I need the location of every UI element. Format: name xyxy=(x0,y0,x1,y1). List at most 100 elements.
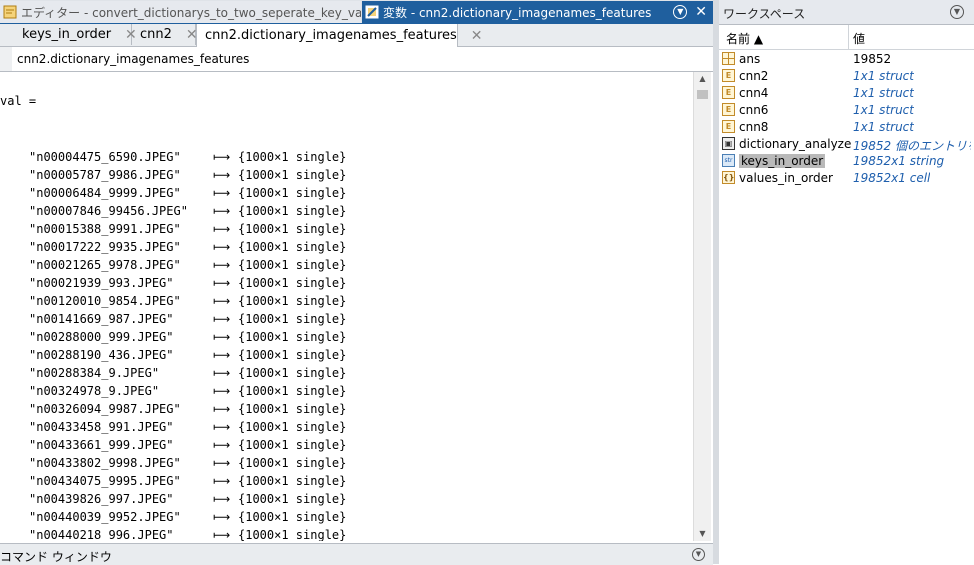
output-key: "n00439826_997.JPEG" xyxy=(29,492,174,506)
mapping-arrow-icon: ⟼ xyxy=(213,294,231,308)
tab-editor[interactable]: エディター - convert_dictionarys_to_two_seper… xyxy=(0,1,361,23)
struct-icon: E xyxy=(722,120,735,133)
cell-icon: {} xyxy=(722,171,735,184)
output-value: {1000×1 single} xyxy=(238,204,347,218)
mapping-arrow-icon: ⟼ xyxy=(213,456,231,470)
struct-icon: E xyxy=(722,103,735,116)
output-key: "n00440039_9952.JPEG" xyxy=(29,510,181,524)
mapping-arrow-icon: ⟼ xyxy=(213,150,231,164)
output-value: {1000×1 single} xyxy=(238,348,347,362)
variable-editor-icon xyxy=(365,5,379,19)
variable-name: values_in_order xyxy=(739,171,833,185)
output-value: {1000×1 single} xyxy=(238,474,347,488)
mapping-arrow-icon: ⟼ xyxy=(213,474,231,488)
expression-text[interactable]: cnn2.dictionary_imagenames_features xyxy=(17,52,249,66)
panel-menu-icon[interactable]: ▼ xyxy=(692,548,705,561)
tab-variable-label: 変数 - cnn2.dictionary_imagenames_features xyxy=(383,5,652,20)
workspace-variable-row[interactable]: Ecnn6 1x1 struct xyxy=(719,102,974,119)
variable-tab-bar: keys_in_order ✕ cnn2 ✕ cnn2.dictionary_i… xyxy=(0,24,713,47)
output-value: {1000×1 single} xyxy=(238,402,347,416)
document-tab-bar: エディター - convert_dictionarys_to_two_seper… xyxy=(0,0,713,24)
output-value: {1000×1 single} xyxy=(238,366,347,380)
variable-value: 19852 個のエントリをも… xyxy=(853,139,971,153)
workspace-variable-row[interactable]: ans 19852 xyxy=(719,51,974,68)
output-value: {1000×1 single} xyxy=(238,510,347,524)
workspace-title: ワークスペース xyxy=(723,7,806,21)
column-header-name[interactable]: 名前 ▲ xyxy=(726,30,763,47)
expression-bar: cnn2.dictionary_imagenames_features xyxy=(0,47,713,72)
variable-value: 19852x1 cell xyxy=(853,171,931,185)
output-key: "n00433458_991.JPEG" xyxy=(29,420,174,434)
output-key: "n00440218_996.JPEG" xyxy=(29,528,174,541)
output-key: "n00007846_99456.JPEG" xyxy=(29,204,188,218)
scrollbar-thumb[interactable] xyxy=(697,90,708,99)
output-key: "n00120010_9854.JPEG" xyxy=(29,294,181,308)
mapping-arrow-icon: ⟼ xyxy=(213,510,231,524)
grid-icon xyxy=(722,52,735,65)
variable-name: cnn2 xyxy=(739,69,769,83)
variable-output[interactable]: val = "n00004475_6590.JPEG" ⟼ {1000×1 sing… xyxy=(0,72,693,541)
output-value: {1000×1 single} xyxy=(238,240,347,254)
column-divider[interactable] xyxy=(848,25,849,49)
workspace-columns: 名前 ▲ 値 xyxy=(719,25,974,50)
workspace-variable-row[interactable]: str keys_in_order 19852x1 string xyxy=(719,153,974,170)
column-header-value[interactable]: 値 xyxy=(853,30,865,47)
mapping-arrow-icon: ⟼ xyxy=(213,258,231,272)
tab-cnn2[interactable]: cnn2 ✕ xyxy=(132,24,198,45)
mapping-arrow-icon: ⟼ xyxy=(213,168,231,182)
output-key: "n00324978_9.JPEG" xyxy=(29,384,160,398)
workspace-variable-row[interactable]: Ecnn2 1x1 struct xyxy=(719,68,974,85)
panel-menu-icon[interactable]: ▼ xyxy=(950,5,964,19)
tab-label: cnn2.dictionary_imagenames_features xyxy=(205,28,457,43)
workspace-variable-row[interactable]: {} values_in_order 19852x1 cell xyxy=(719,170,974,187)
mapping-arrow-icon: ⟼ xyxy=(213,384,231,398)
string-icon: str xyxy=(722,154,735,167)
vertical-scrollbar[interactable]: ▲ ▼ xyxy=(693,72,711,541)
mapping-arrow-icon: ⟼ xyxy=(213,240,231,254)
output-key: "n00288000_999.JPEG" xyxy=(29,330,174,344)
scroll-up-icon[interactable]: ▲ xyxy=(694,72,711,86)
scroll-down-icon[interactable]: ▼ xyxy=(694,527,711,541)
variable-value: 1x1 struct xyxy=(853,103,914,117)
output-value: {1000×1 single} xyxy=(238,258,347,272)
variable-value: 1x1 struct xyxy=(853,120,914,134)
variable-name: dictionary_analyze xyxy=(739,137,852,151)
variable-name: cnn8 xyxy=(739,120,769,134)
workspace-variable-row[interactable]: Ecnn4 1x1 struct xyxy=(719,85,974,102)
output-key: "n00288384_9.JPEG" xyxy=(29,366,160,380)
close-icon[interactable]: ✕ xyxy=(695,4,707,20)
struct-icon: E xyxy=(722,69,735,82)
output-value: {1000×1 single} xyxy=(238,384,347,398)
variable-editor-panel: エディター - convert_dictionarys_to_two_seper… xyxy=(0,0,713,565)
tab-dictionary-imagenames-features[interactable]: cnn2.dictionary_imagenames_features ✕ xyxy=(196,24,483,47)
tab-editor-label: エディター - convert_dictionarys_to_two_seper… xyxy=(21,5,361,20)
panel-menu-icon[interactable]: ▼ xyxy=(673,5,688,19)
output-value: {1000×1 single} xyxy=(238,150,347,164)
output-key: "n00021265_9978.JPEG" xyxy=(29,258,181,272)
mapping-arrow-icon: ⟼ xyxy=(213,492,231,506)
tab-keys-in-order[interactable]: keys_in_order ✕ xyxy=(0,24,137,45)
output-key: "n00004475_6590.JPEG" xyxy=(29,150,181,164)
mapping-arrow-icon: ⟼ xyxy=(213,330,231,344)
close-tab-icon[interactable]: ✕ xyxy=(471,28,483,44)
mapping-arrow-icon: ⟼ xyxy=(213,276,231,290)
tab-label: cnn2 xyxy=(140,27,172,42)
workspace-variable-row[interactable]: ▣ dictionary_analyze19852 個のエントリをも… xyxy=(719,136,974,153)
workspace-variable-row[interactable]: Ecnn8 1x1 struct xyxy=(719,119,974,136)
mapping-arrow-icon: ⟼ xyxy=(213,528,231,541)
output-key: "n00433802_9998.JPEG" xyxy=(29,456,181,470)
editor-icon xyxy=(3,5,17,19)
output-value: {1000×1 single} xyxy=(238,168,347,182)
mapping-arrow-icon: ⟼ xyxy=(213,312,231,326)
output-key: "n00017222_9935.JPEG" xyxy=(29,240,181,254)
output-value: {1000×1 single} xyxy=(238,276,347,290)
output-value: {1000×1 single} xyxy=(238,312,347,326)
mapping-arrow-icon: ⟼ xyxy=(213,402,231,416)
output-key: "n00434075_9995.JPEG" xyxy=(29,474,181,488)
tab-variable[interactable]: 変数 - cnn2.dictionary_imagenames_features… xyxy=(362,1,713,23)
output-key: "n00015388_9991.JPEG" xyxy=(29,222,181,236)
command-window-header: コマンド ウィンドウ ▼ xyxy=(0,543,713,565)
output-value: {1000×1 single} xyxy=(238,528,347,541)
output-value: {1000×1 single} xyxy=(238,186,347,200)
output-header: val = xyxy=(0,94,37,108)
